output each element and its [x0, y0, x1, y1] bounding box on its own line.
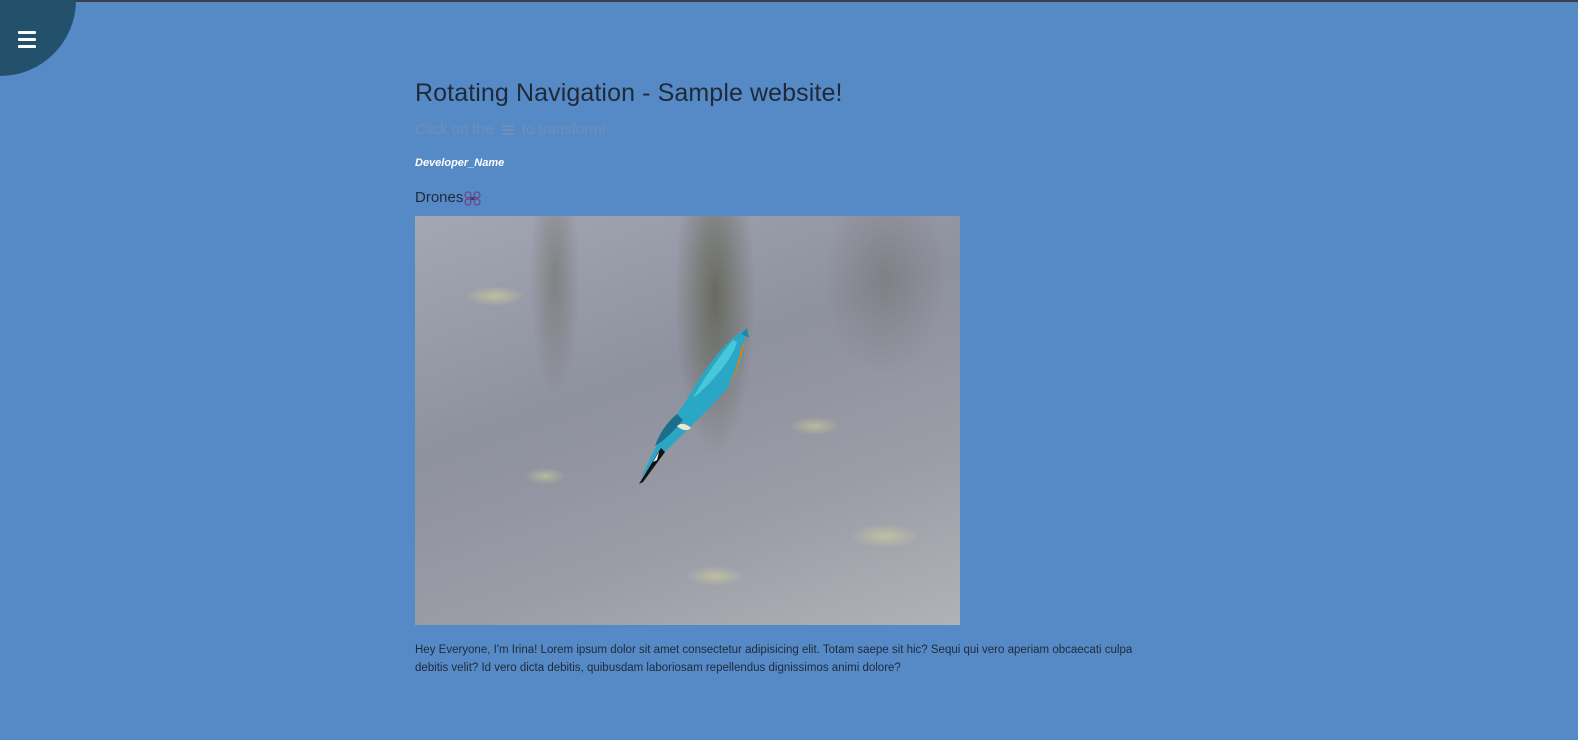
page-title: Rotating Navigation - Sample website!	[415, 79, 843, 107]
hamburger-line	[18, 30, 36, 34]
subtitle-text-before: Click on the	[415, 121, 494, 138]
section-heading: Drones	[415, 188, 1155, 208]
kingfisher-photo	[415, 216, 960, 625]
section-label: Drones	[415, 189, 464, 206]
kingfisher-bird	[639, 328, 749, 484]
hamburger-line	[18, 44, 36, 48]
hamburger-icon[interactable]	[14, 26, 40, 52]
main-content: Rotating Navigation - Sample website! Cl…	[415, 78, 1155, 677]
subtitle: Click on the to transform!	[415, 120, 1155, 140]
hamburger-line	[18, 37, 36, 41]
developer-name: Developer_Name	[415, 157, 505, 169]
intro-paragraph: Hey Everyone, I'm Irina! Lorem ipsum dol…	[415, 644, 1133, 674]
drone-icon	[464, 190, 482, 206]
subtitle-text-after: to transform!	[521, 121, 606, 138]
hamburger-icon	[501, 125, 514, 135]
